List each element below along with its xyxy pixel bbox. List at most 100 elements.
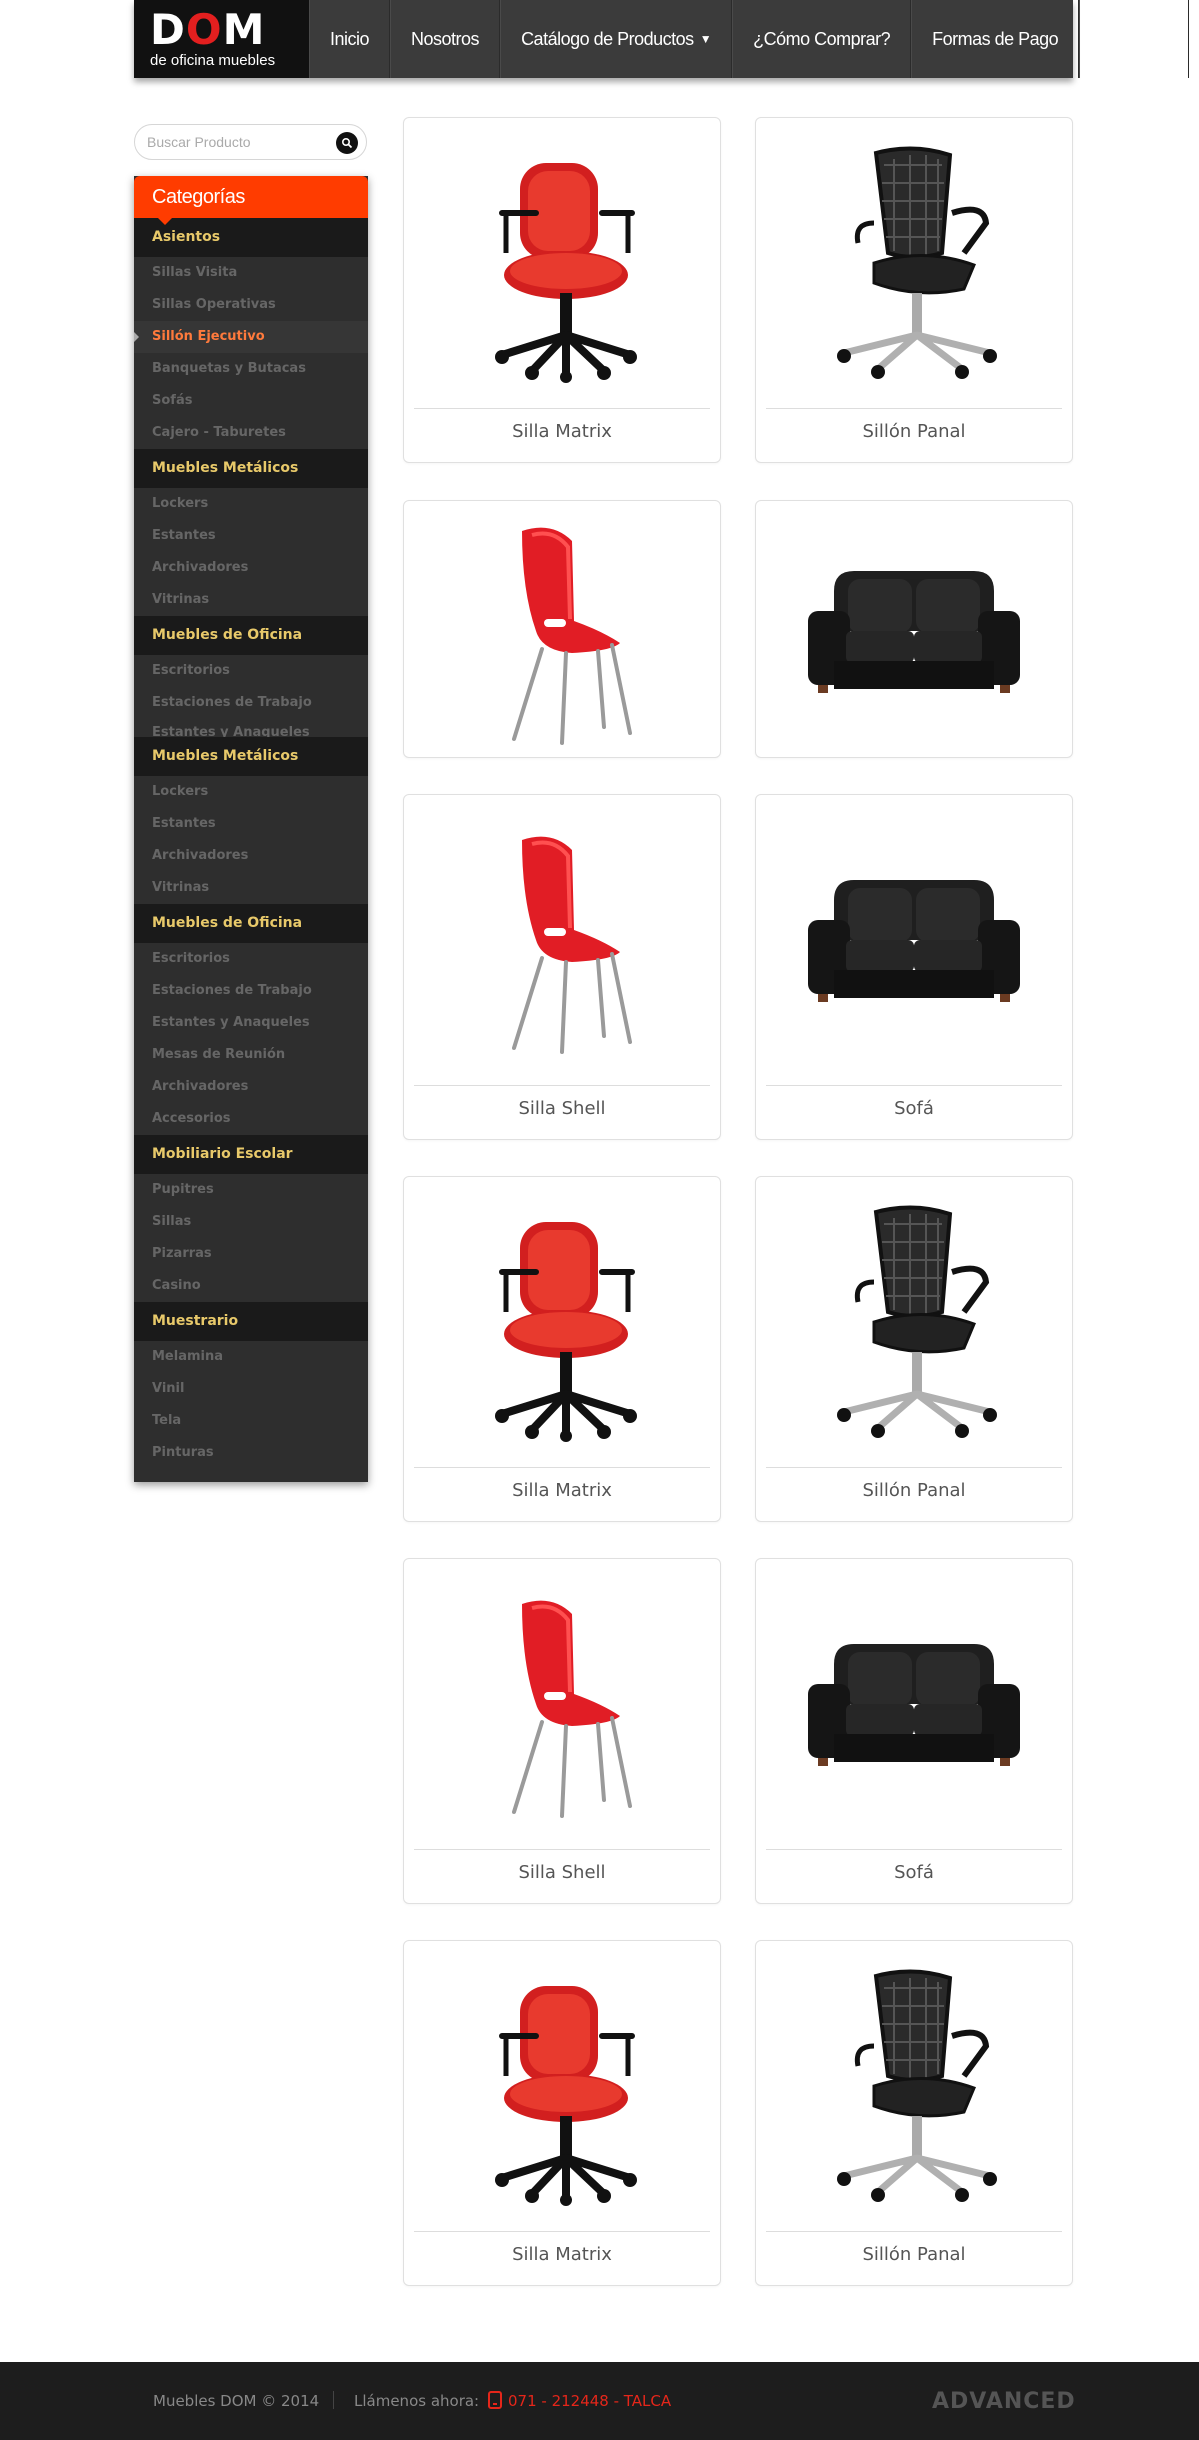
logo[interactable]: DOM de oficina muebles	[134, 0, 309, 78]
black-mesh-chair-icon	[837, 1969, 997, 2202]
product-name[interactable]: Silla Matrix	[404, 1480, 720, 1501]
product-card[interactable]: Sofá	[755, 794, 1073, 1140]
card-divider	[766, 408, 1062, 409]
developer-logo[interactable]: ADVANCED	[932, 2389, 1076, 2414]
category-heading-muestrario[interactable]: Muestrario	[134, 1302, 368, 1341]
nav-contacto[interactable]: Contacto	[1079, 0, 1190, 78]
product-image[interactable]	[414, 511, 710, 751]
sidebar-item-vitrinas[interactable]: Vitrinas	[134, 872, 368, 904]
sidebar-item-sofas[interactable]: Sofás	[134, 385, 368, 417]
card-divider	[766, 2231, 1062, 2232]
sidebar-item-sillas-operativas[interactable]: Sillas Operativas	[134, 289, 368, 321]
product-image[interactable]	[766, 805, 1062, 1075]
category-sidebar: Categorías Asientos Sillas Visita Sillas O…	[134, 176, 368, 1482]
product-image[interactable]	[766, 128, 1062, 398]
product-card[interactable]: Silla Matrix	[403, 117, 721, 463]
sidebar-item-banquetas-y-butacas[interactable]: Banquetas y Butacas	[134, 353, 368, 385]
nav-catalogo[interactable]: Catálogo de Productos ▼	[500, 0, 733, 78]
product-card[interactable]	[403, 500, 721, 758]
sidebar-item-archivadores[interactable]: Archivadores	[134, 552, 368, 584]
sidebar-item-lockers[interactable]: Lockers	[134, 776, 368, 808]
sidebar-item-escritorios[interactable]: Escritorios	[134, 943, 368, 975]
product-image[interactable]	[766, 1569, 1062, 1839]
product-image[interactable]	[766, 1951, 1062, 2221]
product-card[interactable]: Sillón Panal	[755, 1176, 1073, 1522]
sidebar-item-archivadores[interactable]: Archivadores	[134, 1071, 368, 1103]
card-divider	[414, 2231, 710, 2232]
sidebar-item-escritorios[interactable]: Escritorios	[134, 655, 368, 687]
product-name[interactable]: Sillón Panal	[756, 2244, 1072, 2265]
sidebar-item-archivadores[interactable]: Archivadores	[134, 840, 368, 872]
sidebar-item-estaciones-de-trabajo[interactable]: Estaciones de Trabajo	[134, 687, 368, 719]
categories-title: Categorías	[134, 176, 368, 225]
nav-como-comprar[interactable]: ¿Cómo Comprar?	[732, 0, 912, 78]
product-name[interactable]: Silla Shell	[404, 1098, 720, 1119]
card-divider	[414, 1467, 710, 1468]
product-name[interactable]: Silla Matrix	[404, 2244, 720, 2265]
sidebar-item-sillon-ejecutivo[interactable]: Sillón Ejecutivo	[134, 321, 368, 353]
sidebar-item-vitrinas[interactable]: Vitrinas	[134, 584, 368, 616]
nav-inicio[interactable]: Inicio	[309, 0, 391, 78]
red-shell-chair-icon	[512, 1600, 632, 1818]
sidebar-item-mesas-de-reunion[interactable]: Mesas de Reunión	[134, 1039, 368, 1071]
product-name[interactable]: Silla Shell	[404, 1862, 720, 1883]
product-image[interactable]	[414, 805, 710, 1075]
sidebar-item-estantes[interactable]: Estantes	[134, 520, 368, 552]
product-card[interactable]	[755, 500, 1073, 758]
product-name[interactable]: Sofá	[756, 1098, 1072, 1119]
product-name[interactable]: Silla Matrix	[404, 421, 720, 442]
black-leather-sofa-icon	[808, 880, 1020, 1002]
site-footer: Muebles DOM © 2014 Llámenos ahora: 071 -…	[0, 2362, 1199, 2440]
product-image[interactable]	[766, 1187, 1062, 1457]
nav-formas-pago[interactable]: Formas de Pago	[911, 0, 1080, 78]
product-card[interactable]: Silla Shell	[403, 794, 721, 1140]
sidebar-item-estantes[interactable]: Estantes	[134, 808, 368, 840]
sidebar-item-estantes-y-anaqueles[interactable]: Estantes y Anaqueles	[134, 719, 368, 737]
product-image[interactable]	[414, 1187, 710, 1457]
sidebar-item-casino[interactable]: Casino	[134, 1270, 368, 1302]
product-card[interactable]: Silla Matrix	[403, 1176, 721, 1522]
sidebar-item-tela[interactable]: Tela	[134, 1405, 368, 1437]
sidebar-item-vinil[interactable]: Vinil	[134, 1373, 368, 1405]
category-heading-muebles-metalicos[interactable]: Muebles Metálicos	[134, 737, 368, 776]
phone-number[interactable]: 071 - 212448 - TALCA	[508, 2392, 671, 2410]
product-image[interactable]	[414, 1569, 710, 1839]
product-name[interactable]: Sillón Panal	[756, 421, 1072, 442]
sidebar-item-cajero-taburetes[interactable]: Cajero - Taburetes	[134, 417, 368, 449]
product-image[interactable]	[414, 1951, 710, 2221]
product-card[interactable]: Sillón Panal	[755, 117, 1073, 463]
sidebar-item-estantes-y-anaqueles[interactable]: Estantes y Anaqueles	[134, 1007, 368, 1039]
category-heading-muebles-metalicos[interactable]: Muebles Metálicos	[134, 449, 368, 488]
sidebar-item-pinturas[interactable]: Pinturas	[134, 1437, 368, 1469]
sidebar-item-pizarras[interactable]: Pizarras	[134, 1238, 368, 1270]
product-card[interactable]: Sofá	[755, 1558, 1073, 1904]
category-heading-muebles-de-oficina[interactable]: Muebles de Oficina	[134, 904, 368, 943]
product-card[interactable]: Silla Matrix	[403, 1940, 721, 2286]
card-divider	[414, 1085, 710, 1086]
product-card[interactable]: Sillón Panal	[755, 1940, 1073, 2286]
product-name[interactable]: Sillón Panal	[756, 1480, 1072, 1501]
product-name[interactable]: Sofá	[756, 1862, 1072, 1883]
product-image[interactable]	[414, 128, 710, 398]
sidebar-item-estaciones-de-trabajo[interactable]: Estaciones de Trabajo	[134, 975, 368, 1007]
sidebar-item-sillas-visita[interactable]: Sillas Visita	[134, 257, 368, 289]
logo-tagline: de oficina muebles	[150, 52, 276, 69]
sidebar-item-lockers[interactable]: Lockers	[134, 488, 368, 520]
product-card[interactable]: Silla Shell	[403, 1558, 721, 1904]
product-image[interactable]	[766, 511, 1062, 751]
search-button[interactable]	[336, 132, 358, 154]
category-heading-muebles-de-oficina[interactable]: Muebles de Oficina	[134, 616, 368, 655]
nav-nosotros[interactable]: Nosotros	[390, 0, 501, 78]
sidebar-item-sillas[interactable]: Sillas	[134, 1206, 368, 1238]
sidebar-item-pupitres[interactable]: Pupitres	[134, 1174, 368, 1206]
category-list: Asientos Sillas Visita Sillas Operativas Si…	[134, 218, 368, 1469]
sidebar-item-melamina[interactable]: Melamina	[134, 1341, 368, 1373]
red-office-chair-icon	[495, 1986, 637, 2206]
call-label: Llámenos ahora:	[354, 2392, 480, 2410]
category-heading-mobiliario-escolar[interactable]: Mobiliario Escolar	[134, 1135, 368, 1174]
chevron-down-icon: ▼	[699, 32, 712, 46]
search-icon	[341, 137, 353, 149]
sidebar-item-accesorios[interactable]: Accesorios	[134, 1103, 368, 1135]
black-mesh-chair-icon	[837, 146, 997, 379]
search-input[interactable]	[147, 131, 327, 153]
